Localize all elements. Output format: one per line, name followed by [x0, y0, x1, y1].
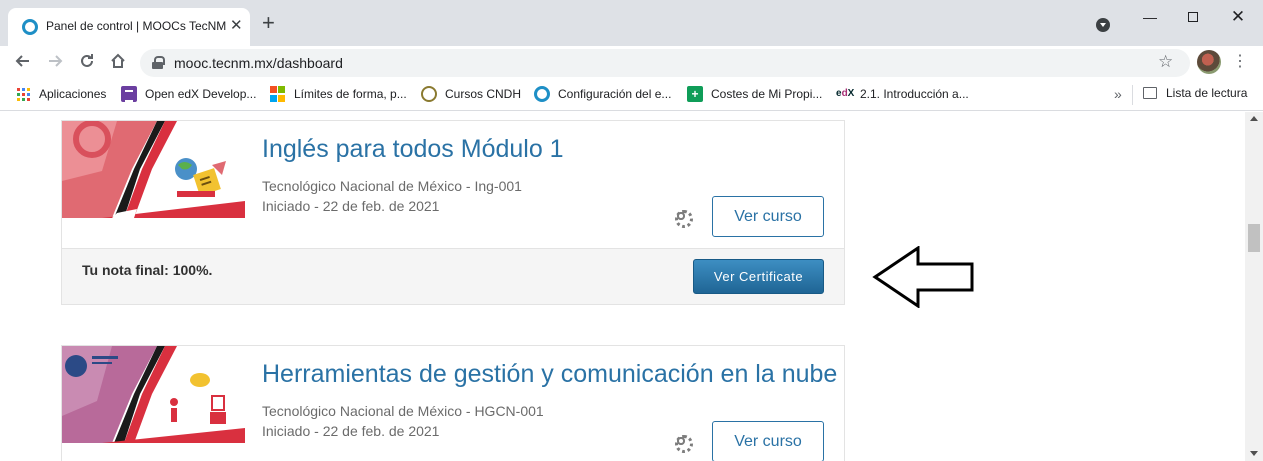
gear-icon[interactable] — [674, 209, 693, 228]
bookmark-star-icon[interactable]: ☆ — [1158, 52, 1173, 72]
browser-toolbar: mooc.tecnm.mx/dashboard ☆ — [0, 46, 1263, 80]
scrollbar-thumb[interactable] — [1248, 224, 1260, 252]
view-course-button[interactable]: Ver curso — [712, 196, 824, 237]
bookmark-label: Configuración del e... — [558, 87, 672, 101]
new-tab-button[interactable]: + — [262, 12, 275, 34]
lock-icon[interactable] — [152, 56, 165, 69]
course-thumbnail[interactable] — [62, 121, 245, 218]
course-start-date: Iniciado - 22 de feb. de 2021 — [262, 198, 440, 214]
close-tab-icon[interactable]: ✕ — [230, 17, 243, 35]
edx-icon: edX — [836, 88, 855, 99]
course-org: Tecnológico Nacional de México - Ing-001 — [262, 178, 522, 194]
course-title-link[interactable]: Inglés para todos Módulo 1 — [262, 135, 564, 164]
bookmark-cursos-cndh[interactable]: Cursos CNDH — [421, 86, 521, 104]
bookmark-open-edx[interactable]: Open edX Develop... — [121, 86, 261, 104]
bookmarks-bar: Aplicaciones Open edX Develop... Límites… — [0, 80, 1263, 111]
bookmark-introduccion[interactable]: edX 2.1. Introducción a... — [836, 86, 976, 104]
microsoft-icon — [270, 86, 286, 102]
profile-avatar[interactable] — [1197, 50, 1221, 74]
final-grade-text: Tu nota final: 100%. — [82, 262, 213, 278]
gear-core — [679, 439, 683, 443]
apps-grid-icon — [15, 86, 31, 102]
certificate-bar: Tu nota final: 100%. Ver Certificate — [62, 248, 844, 304]
bookmark-label: Open edX Develop... — [145, 87, 257, 101]
course-start-date: Iniciado - 22 de feb. de 2021 — [262, 423, 440, 439]
course-card: Inglés para todos Módulo 1 Tecnológico N… — [61, 120, 845, 305]
forward-arrow-icon[interactable] — [44, 51, 68, 75]
course-thumbnail[interactable] — [62, 346, 245, 443]
site-favicon-icon — [22, 19, 38, 35]
minimize-button[interactable]: — — [1130, 6, 1170, 28]
kebab-menu-icon[interactable]: ⋮ — [1232, 51, 1248, 73]
gear-icon[interactable] — [674, 434, 693, 453]
back-arrow-icon[interactable] — [10, 51, 34, 75]
tab-strip: Panel de control | MOOCs TecNM ✕ + — ✕ — [0, 0, 1263, 46]
reading-list-label: Lista de lectura — [1166, 86, 1248, 100]
bookmark-costes[interactable]: + Costes de Mi Propi... — [687, 86, 827, 104]
scroll-down-icon[interactable] — [1250, 451, 1258, 456]
gear-core — [679, 214, 683, 218]
bookmarks-divider — [1132, 85, 1133, 105]
close-window-button[interactable]: ✕ — [1218, 6, 1258, 28]
tab-title: Panel de control | MOOCs TecNM — [46, 19, 227, 33]
bookmark-label: Costes de Mi Propi... — [711, 87, 823, 101]
bookmark-aplicaciones[interactable]: Aplicaciones — [15, 86, 115, 104]
browser-tab[interactable]: Panel de control | MOOCs TecNM ✕ — [8, 8, 250, 46]
reading-list-icon — [1143, 87, 1157, 99]
bookmark-label: Cursos CNDH — [445, 87, 522, 101]
course-title-link[interactable]: Herramientas de gestión y comunicación e… — [262, 360, 837, 389]
bookmark-label: Límites de forma, p... — [294, 87, 407, 101]
bookmark-configuracion[interactable]: Configuración del e... — [534, 86, 679, 104]
home-icon[interactable] — [106, 51, 130, 75]
view-course-button[interactable]: Ver curso — [712, 421, 824, 461]
maximize-icon — [1188, 12, 1198, 22]
page-scrollbar[interactable] — [1245, 112, 1263, 461]
bookmarks-overflow-icon[interactable]: » — [1114, 86, 1122, 102]
reload-icon[interactable] — [75, 51, 99, 75]
tab-search-icon[interactable] — [1096, 18, 1110, 32]
maximize-button[interactable] — [1173, 6, 1213, 28]
scroll-up-icon[interactable] — [1250, 116, 1258, 121]
course-org: Tecnológico Nacional de México - HGCN-00… — [262, 403, 544, 419]
bookmark-limites[interactable]: Límites de forma, p... — [270, 86, 410, 104]
ring-icon — [534, 86, 550, 102]
page-viewport: Inglés para todos Módulo 1 Tecnológico N… — [0, 112, 1245, 461]
address-bar[interactable]: mooc.tecnm.mx/dashboard ☆ — [140, 49, 1190, 77]
openedx-icon — [121, 86, 137, 102]
sheets-icon: + — [687, 86, 703, 102]
bookmark-label: 2.1. Introducción a... — [860, 87, 969, 101]
url-text[interactable]: mooc.tecnm.mx/dashboard — [174, 55, 343, 71]
bookmark-label: Aplicaciones — [39, 87, 107, 101]
cndh-icon — [421, 86, 437, 102]
annotation-arrow-icon — [872, 246, 974, 308]
reading-list-button[interactable]: Lista de lectura — [1143, 86, 1247, 100]
view-certificate-button[interactable]: Ver Certificate — [693, 259, 824, 294]
course-card: Herramientas de gestión y comunicación e… — [61, 345, 845, 461]
